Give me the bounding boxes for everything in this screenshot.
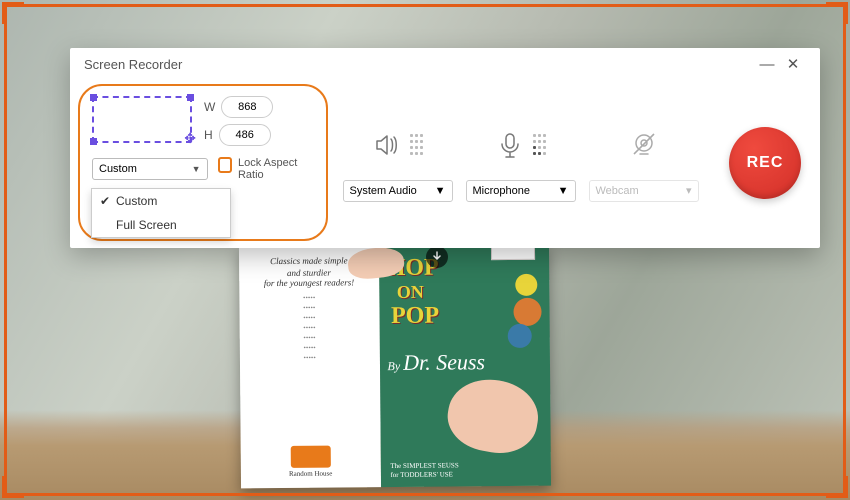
capture-mode-option-fullscreen[interactable]: Full Screen [92, 213, 230, 237]
recording-corner-handle[interactable] [826, 476, 848, 498]
mic-level-meter [533, 134, 546, 155]
chevron-down-icon: ▾ [686, 184, 692, 197]
microphone-column: Microphone ▼ [459, 80, 582, 245]
minimize-button[interactable]: — [754, 56, 780, 73]
capture-region-preview[interactable]: ✥ [92, 96, 192, 143]
microphone-icon[interactable] [495, 130, 525, 160]
width-label: W [204, 100, 215, 114]
record-button[interactable]: REC [729, 127, 801, 199]
chevron-down-icon: ▼ [558, 185, 569, 197]
capture-mode-dropdown: ✔ Custom Full Screen [91, 188, 231, 238]
system-audio-column: System Audio ▼ [336, 80, 459, 245]
capture-area-group: ✥ W H Custom ▼ [78, 84, 328, 241]
width-input[interactable] [221, 96, 273, 118]
move-icon[interactable]: ✥ [184, 130, 196, 147]
close-button[interactable]: ✕ [780, 55, 806, 73]
recording-corner-handle[interactable] [2, 476, 24, 498]
recording-corner-handle[interactable] [2, 2, 24, 24]
height-input[interactable] [219, 124, 271, 146]
microphone-select[interactable]: Microphone ▼ [466, 180, 576, 202]
audio-level-meter [410, 134, 423, 155]
lock-aspect-icon[interactable] [218, 157, 232, 173]
checkmark-icon: ✔ [100, 194, 116, 208]
lock-aspect-label: Lock Aspect Ratio [238, 157, 314, 181]
webcam-select[interactable]: Webcam ▾ [589, 180, 699, 202]
webcam-disabled-icon[interactable] [629, 130, 659, 160]
capture-mode-select[interactable]: Custom ▼ [92, 158, 208, 180]
titlebar[interactable]: Screen Recorder — ✕ [70, 48, 820, 80]
system-audio-select[interactable]: System Audio ▼ [343, 180, 453, 202]
window-title: Screen Recorder [84, 57, 182, 72]
capture-mode-option-custom[interactable]: ✔ Custom [92, 189, 230, 213]
height-label: H [204, 128, 213, 142]
recording-corner-handle[interactable] [826, 2, 848, 24]
capture-mode-value: Custom [99, 163, 137, 175]
chevron-down-icon: ▼ [192, 164, 201, 174]
speaker-icon[interactable] [372, 130, 402, 160]
webcam-column: Webcam ▾ [582, 80, 705, 245]
chevron-down-icon: ▼ [435, 185, 446, 197]
recorder-panel: Screen Recorder — ✕ ✥ W H [70, 48, 820, 248]
